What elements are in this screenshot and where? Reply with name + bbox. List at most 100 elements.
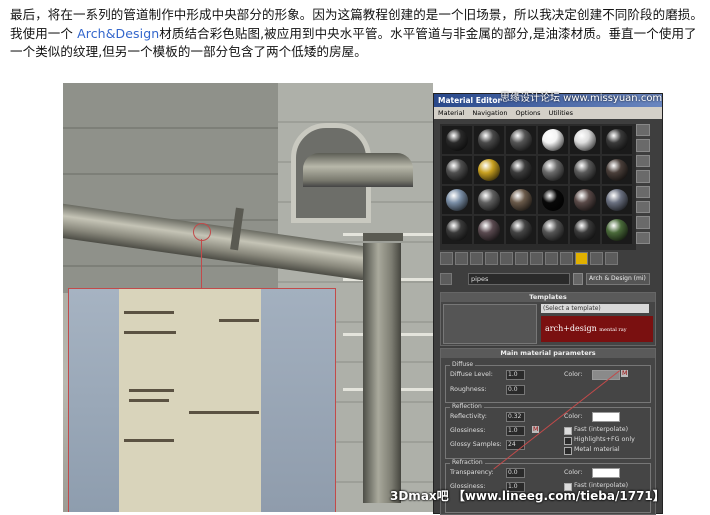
make-preview-icon[interactable] <box>636 200 650 214</box>
templates-listbox[interactable] <box>443 304 537 344</box>
roughness-label: Roughness: <box>450 386 487 393</box>
fast-interpolate-label: Fast (interpolate) <box>574 426 629 433</box>
template-select[interactable]: (Select a template) <box>541 304 649 313</box>
make-unique-icon[interactable] <box>500 252 513 265</box>
brand-watermark: 思缘设计论坛 www.missyuan.com <box>500 93 663 104</box>
reflectivity-label: Reflectivity: <box>450 413 487 420</box>
material-sphere-icon <box>542 219 564 241</box>
texture-streak <box>129 389 174 392</box>
banner-subtitle: mental ray <box>599 327 627 333</box>
sample-uv-tiling-icon[interactable] <box>636 170 650 183</box>
material-slot[interactable] <box>538 186 568 214</box>
material-name-field[interactable]: pipes <box>468 272 570 285</box>
diffuse-title: Diffuse <box>450 361 476 368</box>
reflection-color-swatch[interactable] <box>592 412 620 422</box>
menu-options[interactable]: Options <box>515 107 540 119</box>
material-slot[interactable] <box>570 126 600 154</box>
material-sphere-icon <box>574 189 596 211</box>
reflection-glossiness-spinner[interactable]: 1.0 <box>506 426 525 436</box>
material-slot[interactable] <box>474 126 504 154</box>
transparency-label: Transparency: <box>450 469 494 476</box>
texture-panel-blue-left <box>69 289 119 512</box>
metal-material-label: Metal material <box>574 446 620 453</box>
highlights-fg-checkbox[interactable] <box>564 437 572 445</box>
fast-interpolate-checkbox[interactable] <box>564 427 572 435</box>
material-sphere-icon <box>510 219 532 241</box>
texture-panel-blue-right <box>261 289 335 512</box>
go-to-parent-icon[interactable] <box>590 252 603 265</box>
material-editor-window[interactable]: Material Editor Material Navigation Opti… <box>433 93 663 515</box>
main-params-header[interactable]: Main material parameters <box>441 349 655 358</box>
show-end-result-icon[interactable] <box>560 252 573 265</box>
roughness-spinner[interactable]: 0.0 <box>506 385 525 395</box>
material-slot[interactable] <box>474 216 504 244</box>
material-slot[interactable] <box>506 186 536 214</box>
video-color-check-icon[interactable] <box>636 185 650 198</box>
show-map-icon[interactable] <box>545 252 558 265</box>
transparency-spinner[interactable]: 0.0 <box>506 468 525 478</box>
material-sphere-icon <box>606 189 628 211</box>
assign-to-selection-icon[interactable] <box>470 252 483 265</box>
paragraph-highlight: Arch&Design <box>77 25 160 41</box>
material-name-dropdown-icon[interactable] <box>573 272 583 285</box>
menu-utilities[interactable]: Utilities <box>549 107 573 119</box>
material-editor-bottom-toolbar <box>440 252 652 266</box>
texture-streak <box>219 319 259 322</box>
material-slot[interactable] <box>602 186 632 214</box>
texture-map-preview <box>68 288 336 512</box>
banner-title: arch+design <box>545 324 597 333</box>
material-id-icon[interactable] <box>530 252 543 265</box>
diffuse-map-button[interactable]: M <box>621 370 629 377</box>
material-sphere-icon <box>510 159 532 181</box>
material-slot[interactable] <box>538 156 568 184</box>
material-slot[interactable] <box>442 156 472 184</box>
material-sphere-icon <box>542 129 564 151</box>
material-slot[interactable] <box>442 126 472 154</box>
material-slot[interactable] <box>570 186 600 214</box>
put-to-library-icon[interactable] <box>515 252 528 265</box>
material-slot[interactable] <box>442 216 472 244</box>
options-icon[interactable] <box>636 216 650 229</box>
go-forward-sibling-icon[interactable] <box>605 252 618 265</box>
get-material-icon[interactable] <box>440 252 453 265</box>
diffuse-level-label: Diffuse Level: <box>450 371 493 378</box>
refraction-color-swatch[interactable] <box>592 468 620 478</box>
sample-type-icon[interactable] <box>636 124 650 137</box>
show-shaded-map-icon[interactable] <box>575 252 588 265</box>
material-slot[interactable] <box>506 156 536 184</box>
reflection-glossiness-label: Glossiness: <box>450 427 486 434</box>
material-slot[interactable] <box>538 216 568 244</box>
reset-map-icon[interactable] <box>485 252 498 265</box>
select-by-material-icon[interactable] <box>636 231 650 244</box>
reflectivity-spinner[interactable]: 0.32 <box>506 412 525 422</box>
material-slot[interactable] <box>570 216 600 244</box>
material-slot[interactable] <box>474 156 504 184</box>
texture-streak <box>124 439 174 442</box>
material-slot[interactable] <box>602 126 632 154</box>
put-to-scene-icon[interactable] <box>455 252 468 265</box>
material-slot[interactable] <box>506 216 536 244</box>
backlight-icon[interactable] <box>636 139 650 152</box>
material-slot[interactable] <box>602 216 632 244</box>
material-type-button[interactable]: Arch & Design (mi) <box>586 272 650 285</box>
material-slot[interactable] <box>506 126 536 154</box>
material-slot[interactable] <box>474 186 504 214</box>
menu-material[interactable]: Material <box>438 107 464 119</box>
pipe-flange <box>363 233 403 241</box>
material-slot[interactable] <box>538 126 568 154</box>
diffuse-level-spinner[interactable]: 1.0 <box>506 370 525 380</box>
eyedropper-icon[interactable] <box>440 272 452 285</box>
material-slot[interactable] <box>442 186 472 214</box>
material-sphere-icon <box>510 129 532 151</box>
reflection-title: Reflection <box>450 403 484 410</box>
material-sphere-icon <box>574 159 596 181</box>
material-editor-menubar: Material Navigation Options Utilities <box>434 107 662 119</box>
menu-navigation[interactable]: Navigation <box>472 107 507 119</box>
material-slot[interactable] <box>602 156 632 184</box>
metal-material-checkbox[interactable] <box>564 447 572 455</box>
material-slot[interactable] <box>570 156 600 184</box>
background-icon[interactable] <box>636 154 650 168</box>
material-sphere-icon <box>478 189 500 211</box>
texture-streak <box>189 411 259 414</box>
templates-rollout-header[interactable]: Templates <box>441 293 655 302</box>
